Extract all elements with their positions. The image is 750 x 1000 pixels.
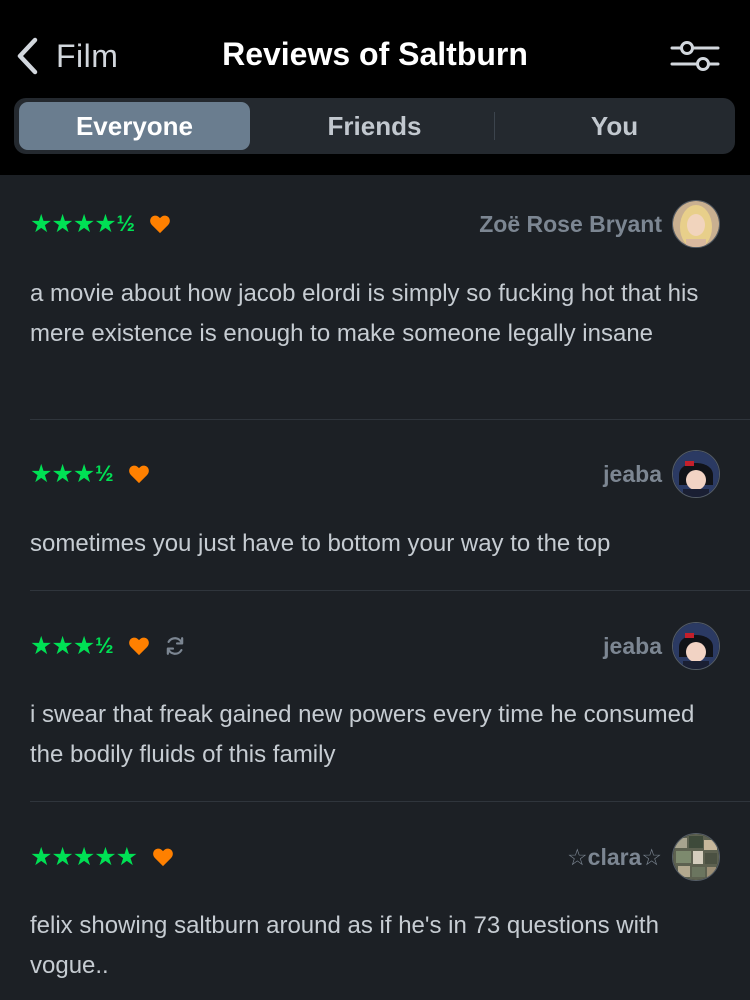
heart-icon: [153, 848, 173, 867]
review-text: i swear that freak gained new powers eve…: [30, 701, 695, 768]
review-rating: ★★★★★: [30, 839, 174, 875]
avatar: [672, 833, 720, 881]
audience-tab-bar: Everyone Friends You: [14, 98, 735, 154]
review-rating: ★★★ ½: [30, 628, 186, 664]
heart-icon: [128, 637, 149, 656]
review-rating: ★★★ ½: [30, 456, 150, 492]
avatar: [672, 200, 720, 248]
page-title: Reviews of Saltburn: [222, 36, 528, 72]
tab-everyone[interactable]: Everyone: [19, 102, 250, 150]
review-rating: ★★★★ ½: [30, 206, 171, 242]
star-rating: ★★★: [30, 459, 95, 488]
rewatch-icon: [166, 637, 183, 655]
review-item[interactable]: ★★★ ½ jeaba i swear that freak gained ne…: [0, 591, 750, 801]
heart-icon: [128, 465, 149, 484]
half-star: ½: [95, 633, 114, 658]
heart-icon: [150, 215, 170, 234]
star-rating: ★★★★: [30, 209, 117, 238]
filter-sliders-icon[interactable]: [668, 36, 722, 76]
tab-friends[interactable]: Friends: [259, 102, 490, 150]
star-rating: ★★★: [30, 631, 95, 660]
review-author[interactable]: jeaba: [603, 621, 720, 671]
tab-divider: [494, 112, 495, 140]
half-star: ½: [116, 211, 136, 236]
review-text: a movie about how jacob elordi is simply…: [30, 280, 699, 347]
review-author[interactable]: Zoë Rose Bryant: [479, 199, 720, 249]
review-item[interactable]: ★★★ ½ jeaba sometimes you just have to b…: [0, 420, 750, 590]
review-item[interactable]: ★★★★★ ☆clara☆ felix showing saltburn aro…: [0, 802, 750, 1000]
tab-you[interactable]: You: [499, 102, 730, 150]
username: jeaba: [603, 460, 662, 487]
username: ☆clara☆: [567, 843, 662, 870]
avatar: [672, 622, 720, 670]
star-rating: ★★★★★: [30, 842, 138, 871]
review-text: sometimes you just have to bottom your w…: [30, 530, 611, 557]
top-navigation-bar: Film Reviews of Saltburn Everyone Friend…: [0, 0, 750, 175]
review-text: felix showing saltburn around as if he's…: [30, 912, 659, 979]
avatar: [672, 450, 720, 498]
review-author[interactable]: jeaba: [603, 449, 720, 499]
review-item[interactable]: ★★★★ ½ Zoë Rose Bryant a movie about how…: [0, 175, 750, 420]
username: jeaba: [603, 632, 662, 659]
half-star: ½: [95, 461, 114, 486]
username: Zoë Rose Bryant: [479, 210, 662, 237]
review-author[interactable]: ☆clara☆: [567, 832, 720, 882]
